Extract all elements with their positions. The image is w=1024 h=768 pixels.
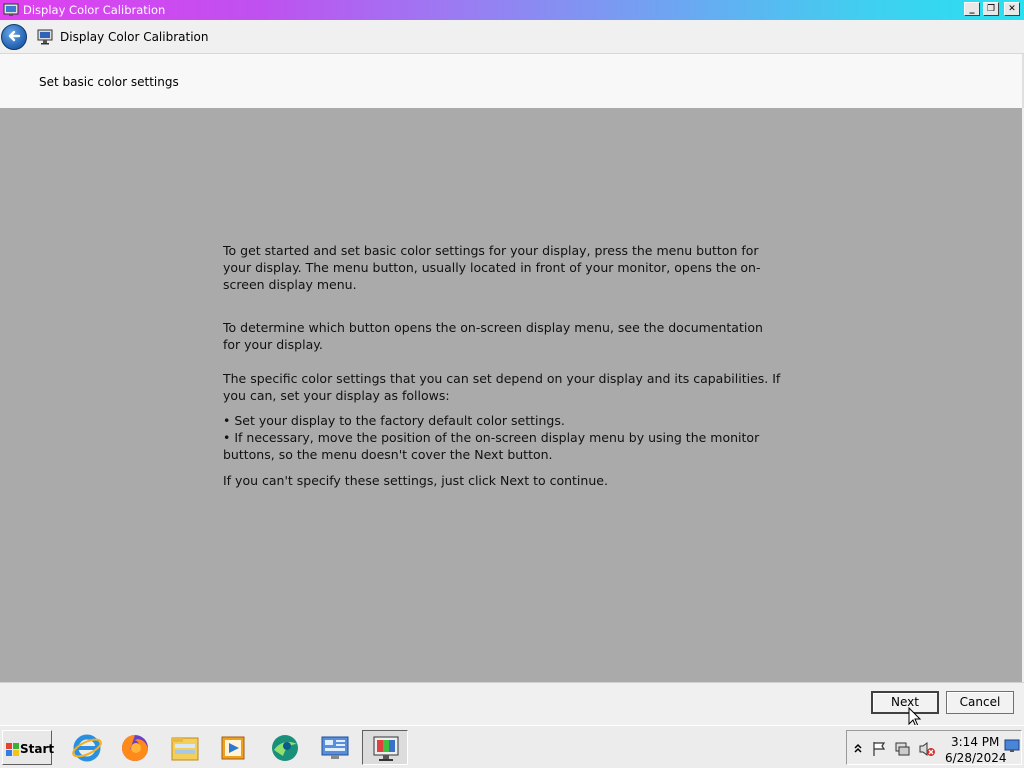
show-desktop-icon[interactable] [1004,739,1020,753]
action-center-flag-icon[interactable] [871,741,887,757]
instruction-paragraph-1: To get started and set basic color setti… [223,243,761,292]
volume-muted-icon[interactable] [918,741,936,757]
page-title: Set basic color settings [39,75,179,89]
clock-time[interactable]: 3:14 PM [951,735,999,749]
network-icon[interactable] [894,741,910,757]
breadcrumb-title: Display Color Calibration [60,30,209,44]
close-button[interactable]: ✕ [1004,2,1020,16]
firefox-icon [122,735,148,761]
taskbar-internet-explorer[interactable] [64,730,110,765]
instruction-paragraph-3: The specific color settings that you can… [223,371,781,403]
browser-icon [272,735,298,761]
taskbar-firefox[interactable] [112,730,158,765]
taskbar: Start 3:14 PM 6/28/2024 [0,725,1024,768]
instruction-paragraph-2: To determine which button opens the on-s… [223,320,763,352]
control-panel-icon [321,736,349,759]
taskbar-display-color-calibration[interactable] [362,730,408,765]
footer-bar: Next Cancel [0,682,1024,725]
minimize-button[interactable]: _ [964,2,980,16]
title-bar: Display Color Calibration _ ❐ ✕ [0,0,1024,20]
cancel-button[interactable]: Cancel [946,691,1014,714]
folder-icon [171,737,199,761]
monitor-icon [37,29,53,45]
clock-date[interactable]: 6/28/2024 [945,751,1007,765]
system-tray: 3:14 PM 6/28/2024 [846,730,1022,765]
display-calibration-icon [373,736,399,761]
window-title: Display Color Calibration [23,3,166,17]
windows-logo-icon [6,743,19,756]
navigation-bar: Display Color Calibration [0,20,1024,54]
back-button[interactable] [1,24,27,50]
show-hidden-icons-chevron-icon[interactable] [853,741,863,755]
taskbar-file-explorer[interactable] [162,730,208,765]
maximize-button[interactable]: ❐ [983,2,999,16]
instruction-paragraph-4: If you can't specify these settings, jus… [223,473,608,488]
taskbar-control-panel[interactable] [312,730,358,765]
taskbar-browser[interactable] [262,730,308,765]
display-calibration-icon [3,3,19,16]
instruction-bullet-2: • If necessary, move the position of the… [223,430,760,462]
media-player-icon [221,736,245,760]
start-button[interactable]: Start [2,730,55,765]
content-area: To get started and set basic color setti… [0,108,1022,682]
instruction-bullet-1: • Set your display to the factory defaul… [223,413,565,428]
internet-explorer-icon [72,734,102,762]
page-header: Set basic color settings [0,54,1024,108]
back-arrow-icon [8,30,21,42]
start-label: Start [20,742,55,756]
taskbar-media-player[interactable] [210,730,256,765]
next-button[interactable]: Next [871,691,939,714]
